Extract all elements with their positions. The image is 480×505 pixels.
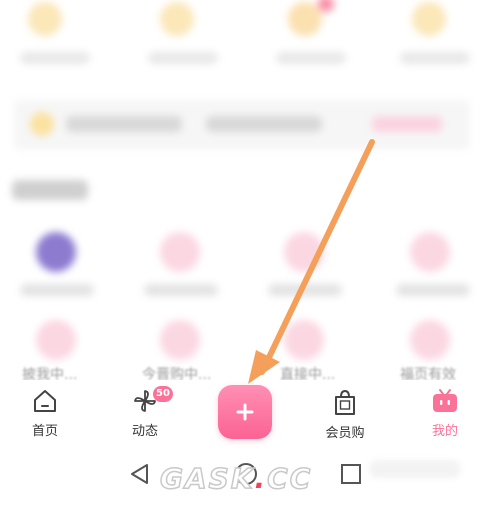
annotation-arrow [248, 139, 375, 384]
back-triangle-icon[interactable] [128, 462, 150, 486]
recent-square-icon[interactable] [340, 463, 362, 485]
watermark-text: GASK.CC [159, 461, 313, 496]
blurred-edge [370, 460, 460, 478]
